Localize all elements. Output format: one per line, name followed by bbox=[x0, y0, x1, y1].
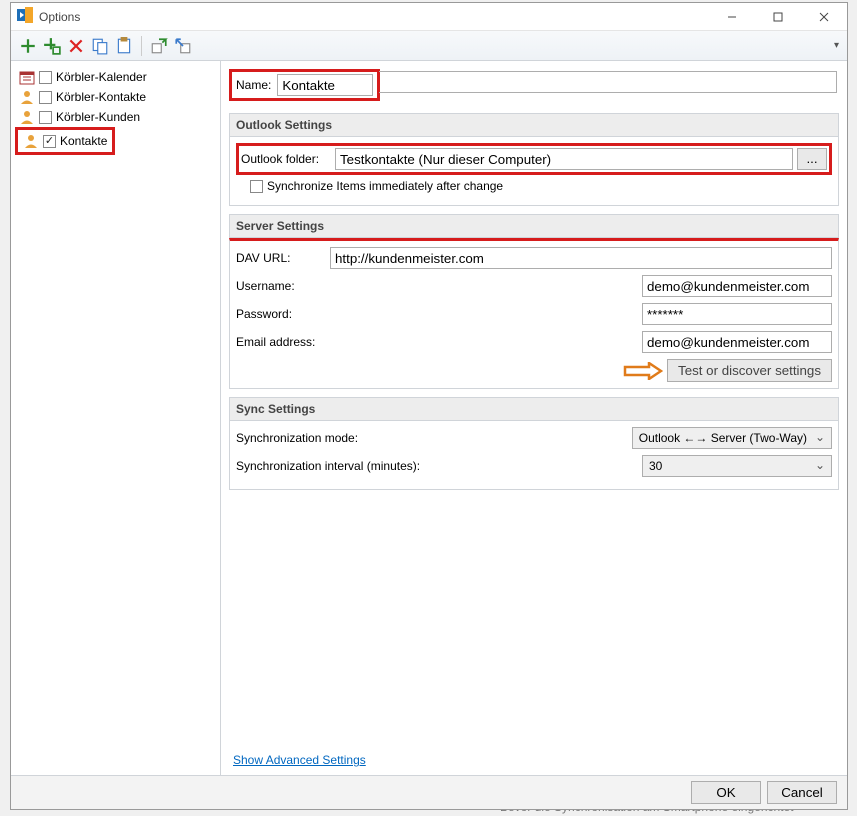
dialog-buttons: OK Cancel bbox=[11, 775, 847, 809]
dav-url-input[interactable] bbox=[330, 247, 832, 269]
outlook-folder-input[interactable] bbox=[335, 148, 793, 170]
paste-icon[interactable] bbox=[115, 37, 133, 55]
browse-folder-button[interactable]: ... bbox=[797, 148, 827, 170]
show-advanced-link[interactable]: Show Advanced Settings bbox=[229, 753, 839, 767]
add-icon[interactable] bbox=[19, 37, 37, 55]
checkbox[interactable] bbox=[39, 71, 52, 84]
tree-item-label: Körbler-Kalender bbox=[56, 70, 147, 84]
server-settings-heading: Server Settings bbox=[229, 214, 839, 238]
checkbox[interactable] bbox=[43, 135, 56, 148]
minimize-button[interactable] bbox=[709, 3, 755, 31]
sync-mode-label: Synchronization mode: bbox=[236, 431, 628, 445]
test-settings-button[interactable]: Test or discover settings bbox=[667, 359, 832, 382]
username-label: Username: bbox=[236, 279, 326, 293]
contacts-icon bbox=[19, 89, 35, 105]
sync-interval-select[interactable]: 30 bbox=[642, 455, 832, 477]
titlebar: Options bbox=[11, 3, 847, 31]
annotation-arrow-icon bbox=[623, 362, 663, 380]
outlook-folder-label: Outlook folder: bbox=[241, 152, 331, 166]
annotation-highlight-folder: Outlook folder: ... bbox=[236, 143, 832, 175]
toolbar: ▾ bbox=[11, 31, 847, 61]
options-window: Options ▾ Körbler-Kalende bbox=[10, 2, 848, 810]
email-input[interactable] bbox=[642, 331, 832, 353]
password-input[interactable] bbox=[642, 303, 832, 325]
contacts-icon bbox=[23, 133, 39, 149]
ok-button[interactable]: OK bbox=[691, 781, 761, 804]
checkbox[interactable] bbox=[39, 111, 52, 124]
name-input[interactable] bbox=[277, 74, 373, 96]
annotation-highlight-name: Name: bbox=[229, 69, 380, 101]
delete-icon[interactable] bbox=[67, 37, 85, 55]
sync-interval-label: Synchronization interval (minutes): bbox=[236, 459, 638, 473]
export-icon[interactable] bbox=[150, 37, 168, 55]
contacts-icon bbox=[19, 109, 35, 125]
sync-settings-heading: Sync Settings bbox=[229, 397, 839, 421]
annotation-highlight-tree: Kontakte bbox=[15, 127, 115, 155]
checkbox[interactable] bbox=[39, 91, 52, 104]
outlook-settings-heading: Outlook Settings bbox=[229, 113, 839, 137]
app-icon bbox=[17, 7, 33, 26]
profile-tree: Körbler-Kalender Körbler-Kontakte Körble… bbox=[11, 61, 221, 775]
name-label: Name: bbox=[236, 78, 271, 92]
dav-url-label: DAV URL: bbox=[236, 251, 326, 265]
sync-immediate-checkbox[interactable] bbox=[250, 180, 263, 193]
tree-item-kunden[interactable]: Körbler-Kunden bbox=[15, 107, 216, 127]
maximize-button[interactable] bbox=[755, 3, 801, 31]
toolbar-overflow-icon[interactable]: ▾ bbox=[834, 40, 839, 51]
tree-item-kalender[interactable]: Körbler-Kalender bbox=[15, 67, 216, 87]
tree-item-kontakte-active[interactable]: Kontakte bbox=[19, 131, 111, 151]
copy-icon[interactable] bbox=[91, 37, 109, 55]
import-icon[interactable] bbox=[174, 37, 192, 55]
main-panel: Name: Outlook Settings Outlook folder: .… bbox=[221, 61, 847, 775]
name-input-extension bbox=[379, 71, 837, 93]
tree-item-label: Kontakte bbox=[60, 134, 107, 148]
add-multiple-icon[interactable] bbox=[43, 37, 61, 55]
password-label: Password: bbox=[236, 307, 326, 321]
toolbar-separator bbox=[141, 36, 142, 56]
email-label: Email address: bbox=[236, 335, 326, 349]
close-button[interactable] bbox=[801, 3, 847, 31]
calendar-icon bbox=[19, 69, 35, 85]
annotation-highlight-server: DAV URL: Username: Password: Email addre… bbox=[229, 238, 839, 389]
window-title: Options bbox=[39, 10, 80, 24]
tree-item-label: Körbler-Kunden bbox=[56, 110, 140, 124]
cancel-button[interactable]: Cancel bbox=[767, 781, 837, 804]
sync-settings-body: Synchronization mode: Outlook ←→ Server … bbox=[229, 421, 839, 490]
sync-immediate-label: Synchronize Items immediately after chan… bbox=[267, 179, 503, 193]
tree-item-label: Körbler-Kontakte bbox=[56, 90, 146, 104]
tree-item-kontakte[interactable]: Körbler-Kontakte bbox=[15, 87, 216, 107]
username-input[interactable] bbox=[642, 275, 832, 297]
sync-mode-select[interactable]: Outlook ←→ Server (Two-Way) bbox=[632, 427, 832, 449]
outlook-settings-body: Outlook folder: ... Synchronize Items im… bbox=[229, 137, 839, 206]
